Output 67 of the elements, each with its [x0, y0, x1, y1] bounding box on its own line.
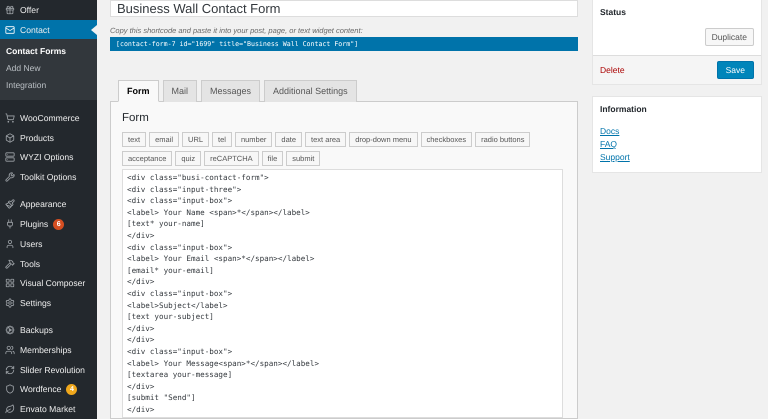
sidebar-label: Wordfence: [20, 384, 62, 394]
server-icon: [5, 152, 15, 162]
sidebar-label: Backups: [20, 325, 53, 336]
gift-icon: [5, 4, 15, 15]
sidebar-item[interactable]: Memberships: [0, 340, 97, 360]
leaf-icon: [5, 404, 15, 414]
duplicate-button[interactable]: Duplicate: [704, 28, 754, 46]
submenu-item[interactable]: Contact Forms: [0, 43, 97, 60]
sidebar-label: Users: [20, 238, 42, 249]
sidebar-item[interactable]: Tools: [0, 254, 97, 274]
box-icon: [5, 132, 15, 143]
plug-icon: [5, 219, 15, 230]
cart-icon: [5, 112, 15, 123]
info-link[interactable]: Support: [600, 152, 754, 162]
sidebar-label: Settings: [20, 298, 52, 308]
sidebar-label: Slider Revolution: [20, 364, 85, 375]
save-button[interactable]: Save: [716, 61, 754, 79]
sidebar-label: Offer: [20, 4, 39, 15]
sidebar-item[interactable]: Settings: [0, 293, 97, 313]
tab[interactable]: Mail: [162, 80, 198, 102]
panel-title: Information: [599, 103, 648, 114]
tab[interactable]: Form: [118, 80, 158, 102]
sidebar-label: WYZI Options: [20, 152, 74, 162]
sidebar-label: Tools: [20, 258, 40, 269]
users-icon: [5, 345, 15, 356]
sidebar-label: Envato Market: [20, 404, 76, 414]
panel-title: Status: [599, 6, 627, 17]
title-field[interactable]: Business Wall Contact Form: [110, 0, 578, 17]
settings-icon: [5, 298, 15, 308]
grid-icon: [5, 278, 15, 288]
user-icon: [5, 238, 15, 249]
sidebar-item[interactable]: Products: [0, 128, 97, 148]
sidebar-item[interactable]: Slider Revolution: [0, 360, 97, 380]
sidebar-item[interactable]: Envato Market: [0, 399, 97, 419]
sidebar-item[interactable]: Contact: [0, 20, 97, 40]
section-title: Form: [122, 112, 150, 124]
sidebar-label: Plugins: [20, 219, 48, 230]
sidebar-label: Appearance: [20, 199, 66, 210]
sidebar-item[interactable]: Visual Composer: [0, 273, 97, 294]
sidebar-label: Products: [20, 132, 54, 143]
sidebar-label: Visual Composer: [20, 278, 86, 288]
sidebar-label: WooCommerce: [20, 112, 80, 123]
delete-link[interactable]: Delete: [600, 65, 625, 75]
sidebar-item[interactable]: Backups: [0, 320, 97, 340]
gear-icon: [5, 325, 15, 336]
shield-icon: [5, 384, 15, 394]
sidebar-item[interactable]: Offer: [0, 0, 97, 20]
mail-icon: [5, 24, 15, 35]
tab[interactable]: Messages: [201, 80, 260, 102]
submenu-item[interactable]: Integration: [0, 77, 97, 94]
sidebar-label: Contact: [20, 24, 50, 35]
sidebar-item[interactable]: Appearance: [0, 194, 97, 214]
brush-icon: [5, 199, 15, 210]
refresh-icon: [5, 364, 15, 375]
sidebar-item[interactable]: WYZI Options: [0, 148, 97, 168]
wrench-icon: [5, 172, 15, 182]
sidebar-label: Memberships: [20, 345, 72, 356]
info-link[interactable]: FAQ: [600, 139, 754, 149]
info-link[interactable]: Docs: [600, 126, 754, 136]
sidebar-item[interactable]: Toolkit Options: [0, 167, 97, 187]
hammer-icon: [5, 258, 15, 269]
code-editor[interactable]: [122, 169, 563, 418]
tab[interactable]: Additional Settings: [264, 80, 357, 102]
sidebar-label: Toolkit Options: [20, 172, 76, 182]
sidebar-item[interactable]: WooCommerce: [0, 108, 97, 128]
submenu-item[interactable]: Add New: [0, 60, 97, 78]
sidebar-item[interactable]: Users: [0, 234, 97, 254]
